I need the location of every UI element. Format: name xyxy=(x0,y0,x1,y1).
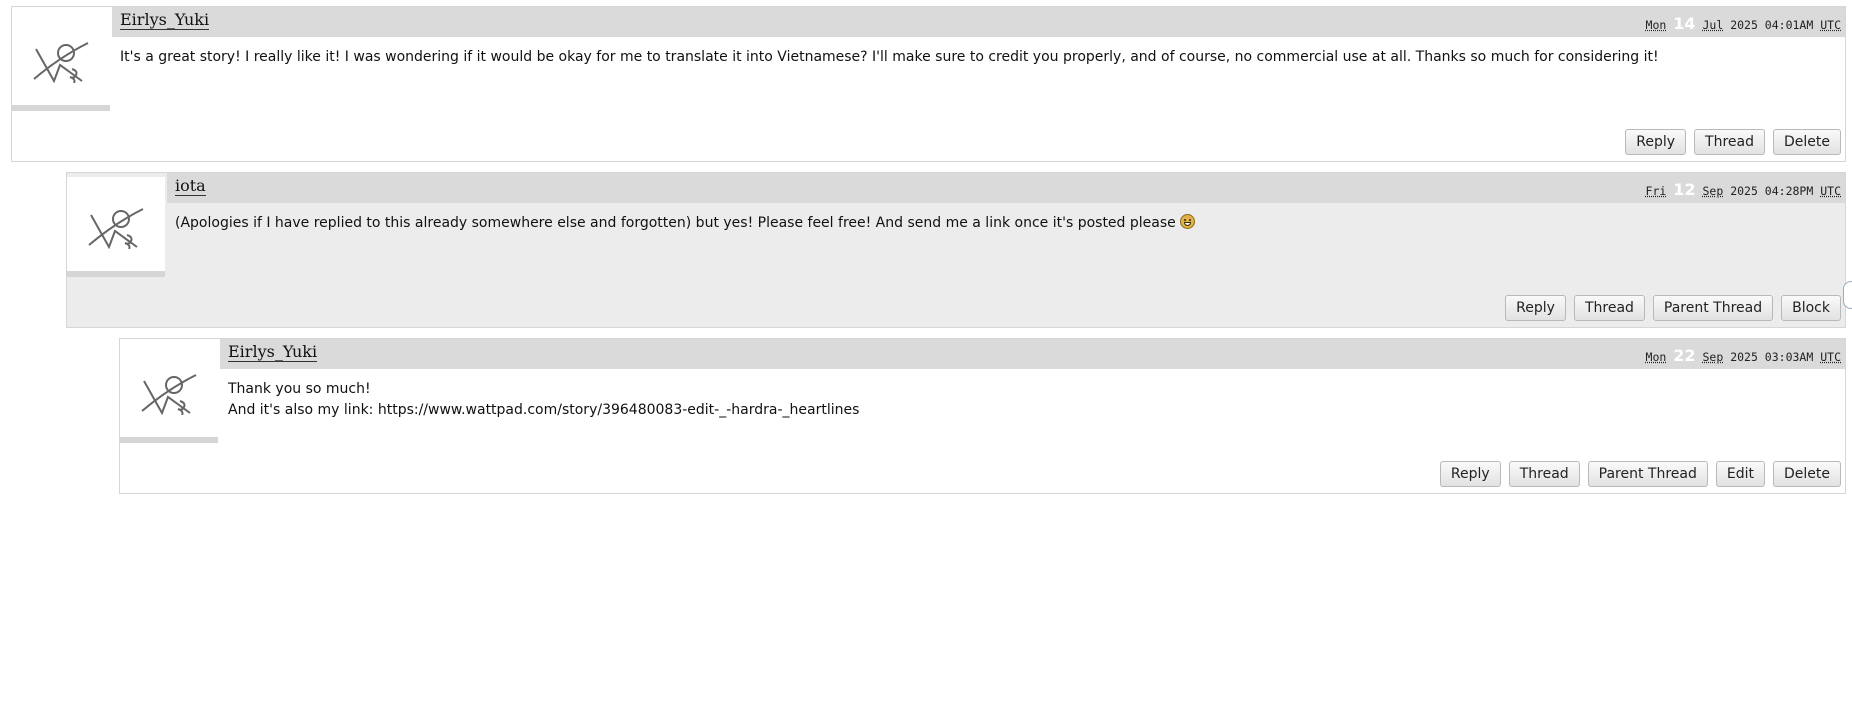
avatar[interactable] xyxy=(12,11,110,111)
default-avatar-icon xyxy=(85,205,147,249)
comment-3: Eirlys_Yuki Mon 22 Sep 2025 03:03AM UTC … xyxy=(119,338,1846,494)
grinning-face-icon xyxy=(1180,214,1195,229)
comment-timestamp: Mon 22 Sep 2025 03:03AM UTC xyxy=(1646,346,1841,365)
day: 12 xyxy=(1673,180,1695,199)
username-link[interactable]: iota xyxy=(175,177,206,196)
comment-1: Eirlys_Yuki Mon 14 Jul 2025 04:01AM UTC … xyxy=(11,6,1846,162)
year-time: 2025 03:03AM xyxy=(1730,350,1813,364)
weekday: Fri xyxy=(1646,184,1667,198)
reply-button[interactable]: Reply xyxy=(1440,461,1501,487)
thread-button[interactable]: Thread xyxy=(1694,129,1765,155)
comment-2: iota Fri 12 Sep 2025 04:28PM UTC (Apolog… xyxy=(66,172,1846,328)
comment-byline: iota Fri 12 Sep 2025 04:28PM UTC xyxy=(167,173,1845,203)
reply-button[interactable]: Reply xyxy=(1625,129,1686,155)
weekday: Mon xyxy=(1646,350,1667,364)
default-avatar-icon xyxy=(138,371,200,415)
username-link[interactable]: Eirlys_Yuki xyxy=(120,11,209,30)
day: 14 xyxy=(1673,14,1695,33)
comment-timestamp: Fri 12 Sep 2025 04:28PM UTC xyxy=(1646,180,1841,199)
year-time: 2025 04:01AM xyxy=(1730,18,1813,32)
weekday: Mon xyxy=(1646,18,1667,32)
month: Sep xyxy=(1702,184,1723,198)
delete-button[interactable]: Delete xyxy=(1773,129,1841,155)
parent-thread-button[interactable]: Parent Thread xyxy=(1653,295,1773,321)
comment-timestamp: Mon 14 Jul 2025 04:01AM UTC xyxy=(1646,14,1841,33)
day: 22 xyxy=(1673,346,1695,365)
timezone: UTC xyxy=(1820,18,1841,32)
thread-button[interactable]: Thread xyxy=(1509,461,1580,487)
block-button[interactable]: Block xyxy=(1781,295,1841,321)
default-avatar-icon xyxy=(30,39,92,83)
delete-button[interactable]: Delete xyxy=(1773,461,1841,487)
comment-actions: Reply Thread Delete xyxy=(1625,129,1841,155)
avatar[interactable] xyxy=(120,343,218,443)
comment-byline: Eirlys_Yuki Mon 22 Sep 2025 03:03AM UTC xyxy=(220,339,1845,369)
month: Jul xyxy=(1702,18,1723,32)
edit-button[interactable]: Edit xyxy=(1716,461,1765,487)
thread-button[interactable]: Thread xyxy=(1574,295,1645,321)
timezone: UTC xyxy=(1820,350,1841,364)
comment-actions: Reply Thread Parent Thread Block xyxy=(1505,295,1841,321)
avatar[interactable] xyxy=(67,177,165,277)
username-link[interactable]: Eirlys_Yuki xyxy=(228,343,317,362)
comment-text-content: (Apologies if I have replied to this alr… xyxy=(175,215,1176,231)
reply-button[interactable]: Reply xyxy=(1505,295,1566,321)
comment-text: It's a great story! I really like it! I … xyxy=(120,47,1835,68)
parent-thread-button[interactable]: Parent Thread xyxy=(1588,461,1708,487)
comment-line-1: Thank you so much! xyxy=(228,379,1835,400)
comment-actions: Reply Thread Parent Thread Edit Delete xyxy=(1440,461,1841,487)
comment-text: (Apologies if I have replied to this alr… xyxy=(175,213,1835,234)
timezone: UTC xyxy=(1820,184,1841,198)
comment-line-2: And it's also my link: https://www.wattp… xyxy=(228,400,1835,421)
side-scroll-handle[interactable] xyxy=(1843,281,1852,309)
month: Sep xyxy=(1702,350,1723,364)
comment-text: Thank you so much! And it's also my link:… xyxy=(228,379,1835,421)
year-time: 2025 04:28PM xyxy=(1730,184,1813,198)
comment-byline: Eirlys_Yuki Mon 14 Jul 2025 04:01AM UTC xyxy=(112,7,1845,37)
